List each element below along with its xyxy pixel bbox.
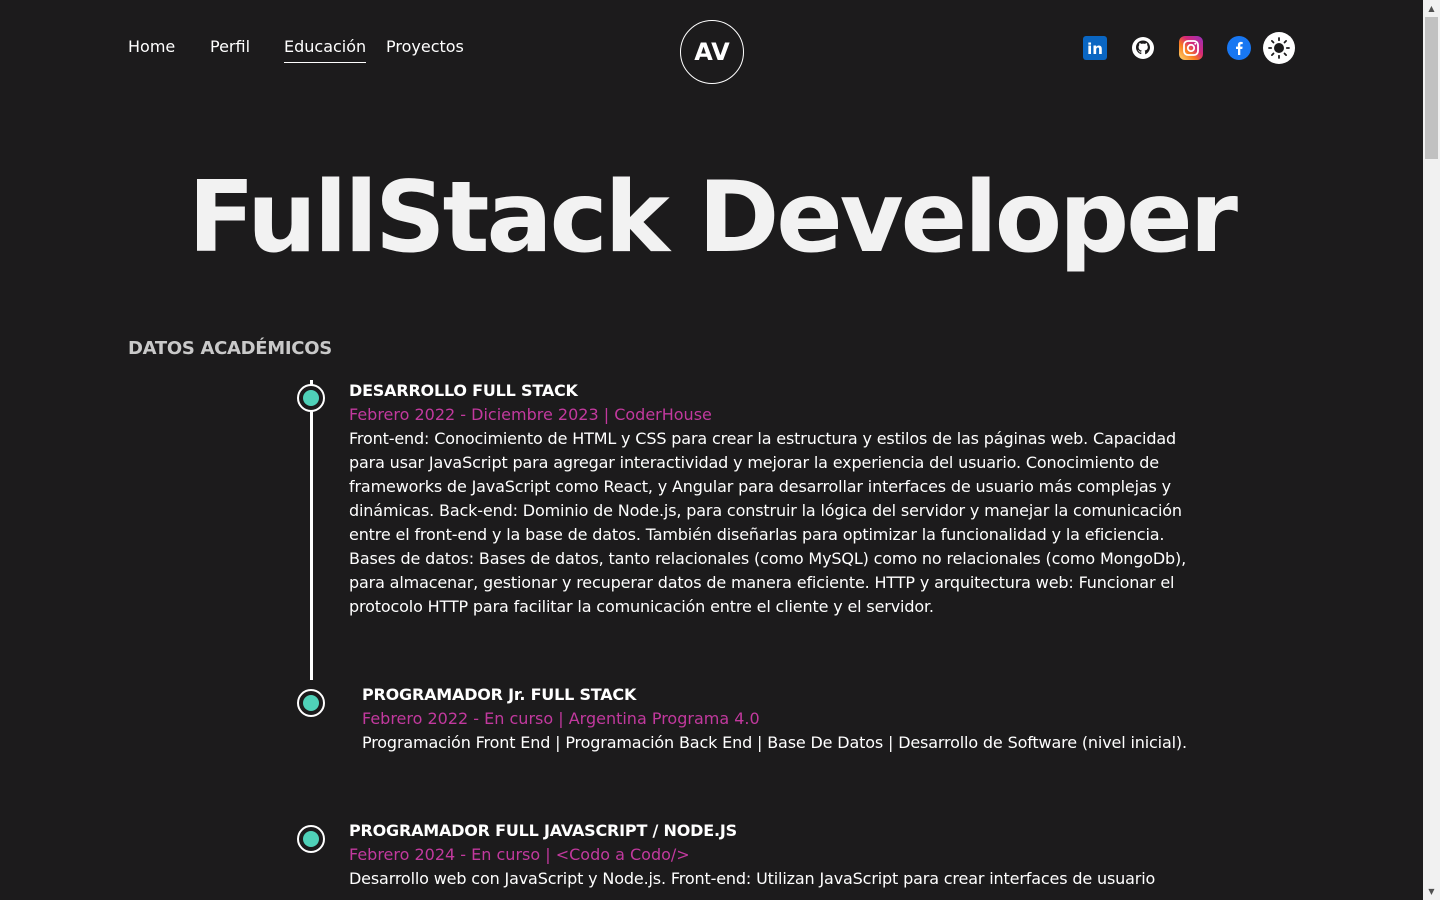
entry-title: DESARROLLO FULL STACK — [349, 381, 578, 400]
timeline-dot — [303, 390, 319, 406]
scroll-up-arrow-icon[interactable]: ▲ — [1423, 0, 1440, 17]
desc-line: Front-end: Conocimiento de HTML y CSS pa… — [349, 429, 1176, 448]
entry-description: Front-end: Conocimiento de HTML y CSS pa… — [349, 427, 1229, 619]
entry-title: PROGRAMADOR FULL JAVASCRIPT / NODE.JS — [349, 821, 737, 840]
scroll-thumb[interactable] — [1425, 17, 1438, 159]
timeline-dot — [303, 831, 319, 847]
desc-line: entre el front-end y la base de datos. T… — [349, 525, 1165, 544]
instagram-icon[interactable] — [1176, 33, 1206, 63]
theme-toggle-button[interactable] — [1263, 32, 1295, 64]
desc-line: Desarrollo web con JavaScript y Node.js.… — [349, 869, 1156, 888]
hero-title: FullStack Developer — [188, 161, 1238, 275]
timeline-dot — [303, 695, 319, 711]
education-entry: PROGRAMADOR FULL JAVASCRIPT / NODE.JS Fe… — [349, 819, 1229, 891]
desc-line: Programación Front End | Programación Ba… — [362, 733, 1187, 752]
desc-line: para almacenar, gestionar y recuperar da… — [349, 573, 1175, 592]
svg-text:in: in — [1087, 40, 1103, 58]
github-icon[interactable] — [1128, 33, 1158, 63]
timeline-node — [297, 825, 325, 853]
section-title: DATOS ACADÉMICOS — [128, 338, 332, 359]
scroll-down-arrow-icon[interactable]: ▼ — [1423, 883, 1440, 900]
education-entry: PROGRAMADOR Jr. FULL STACK Febrero 2022 … — [362, 683, 1242, 755]
sun-icon — [1268, 37, 1290, 59]
logo[interactable]: AV — [680, 20, 744, 84]
education-entry: DESARROLLO FULL STACK Febrero 2022 - Dic… — [349, 379, 1229, 619]
facebook-icon[interactable] — [1224, 33, 1254, 63]
nav-educacion[interactable]: Educación — [284, 36, 367, 63]
entry-description: Programación Front End | Programación Ba… — [362, 731, 1242, 755]
nav-proyectos[interactable]: Proyectos — [386, 36, 464, 62]
desc-line: frameworks de JavaScript como React, y A… — [349, 477, 1171, 496]
timeline-node — [297, 384, 325, 412]
desc-line: dinámicas. Back-end: Dominio de Node.js,… — [349, 501, 1182, 520]
desc-line: protocolo HTTP para facilitar la comunic… — [349, 597, 934, 616]
entry-meta: Febrero 2022 - En curso | Argentina Prog… — [362, 709, 760, 728]
entry-meta: Febrero 2022 - Diciembre 2023 | CoderHou… — [349, 405, 712, 424]
page: Home Perfil Educación Proyectos AV in Fu… — [0, 0, 1423, 900]
timeline-node — [297, 689, 325, 717]
nav-home[interactable]: Home — [128, 36, 175, 62]
desc-line: para usar JavaScript para agregar intera… — [349, 453, 1159, 472]
entry-meta: Febrero 2024 - En curso | <Codo a Codo/> — [349, 845, 690, 864]
entry-description: Desarrollo web con JavaScript y Node.js.… — [349, 867, 1229, 891]
linkedin-icon[interactable]: in — [1080, 33, 1110, 63]
desc-line: Bases de datos: Bases de datos, tanto re… — [349, 549, 1187, 568]
timeline-line — [310, 380, 313, 680]
nav-perfil[interactable]: Perfil — [210, 36, 250, 62]
scrollbar[interactable]: ▲ ▼ — [1423, 0, 1440, 900]
entry-title: PROGRAMADOR Jr. FULL STACK — [362, 685, 637, 704]
